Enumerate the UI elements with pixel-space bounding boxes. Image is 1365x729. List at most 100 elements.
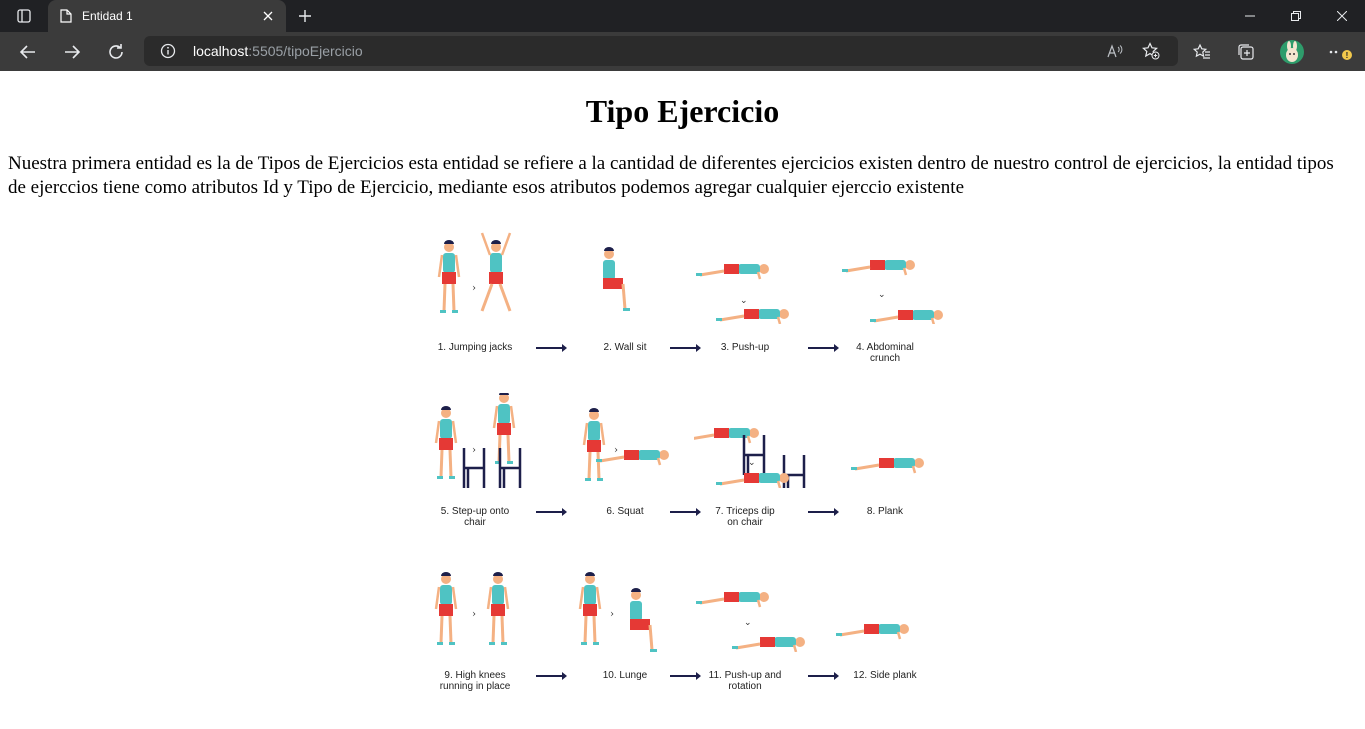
profile-avatar[interactable] [1280,40,1304,64]
svg-text:⌄: ⌄ [740,296,748,306]
url-path: :5505/tipoEjercicio [248,43,363,59]
exercise-label-line2: rotation [728,681,762,692]
exercise-card: › 6. Squat [574,393,684,543]
exercise-label: 9. High knees running in place [420,670,530,692]
exercise-label: 1. Jumping jacks [420,342,530,353]
svg-text:⌄: ⌄ [744,618,752,628]
url-text: localhost:5505/tipoEjercicio [193,43,363,59]
minimize-button[interactable] [1227,0,1273,32]
favorites-icon[interactable] [1190,40,1214,64]
exercise-label-line2: running in place [439,681,511,692]
exercise-label-line1: 10. Lunge [602,670,648,681]
svg-text:›: › [472,283,476,294]
exercise-label: 10. Lunge [570,670,680,681]
tab-actions-icon [17,9,31,23]
exercise-illustration [834,557,954,656]
browser-toolbar: localhost:5505/tipoEjercicio ! [0,32,1365,71]
sequence-arrow [536,508,567,516]
read-aloud-icon[interactable] [1104,41,1126,61]
exercise-label: 7. Triceps dip on chair [690,506,800,528]
close-window-button[interactable] [1319,0,1365,32]
exercise-label: 2. Wall sit [570,342,680,353]
exercise-card: 8. Plank [834,393,944,543]
back-button[interactable] [14,38,42,66]
exercise-label-line1: 4. Abdominal [856,342,914,353]
svg-text:›: › [472,445,476,456]
exercise-label-line1: 9. High knees [444,670,506,681]
exercise-illustration: › [574,393,694,492]
tab-close-button[interactable] [256,4,280,28]
update-badge: ! [1342,50,1352,60]
tab-title: Entidad 1 [82,9,133,23]
minimize-icon [1245,15,1255,17]
active-tab[interactable]: Entidad 1 [48,0,286,32]
exercise-card: 12. Side plank [834,557,944,707]
exercise-label: 4. Abdominal crunch [830,342,940,364]
exercise-label-line1: 8. Plank [866,506,904,517]
exercise-card: › 9. High knees running in place [424,557,534,707]
arrow-left-icon [19,45,35,59]
exercise-illustration: › [574,557,694,656]
exercise-label: 12. Side plank [830,670,940,681]
exercise-card: › 5. Step-up onto chair [424,391,534,543]
site-info-icon[interactable] [160,43,176,59]
exercise-label-line1: 11. Push-up and [708,670,782,681]
exercise-card: ⌄ 3. Push-up [694,229,804,379]
exercise-label-line2: on chair [727,517,763,528]
svg-text:⌄: ⌄ [748,458,756,468]
exercise-label: 8. Plank [830,506,940,517]
restore-button[interactable] [1273,0,1319,32]
add-favorite-icon[interactable] [1140,41,1162,61]
sequence-arrow [536,344,567,352]
exercise-card: ⌄ 4. Abdominal crunch [834,229,944,379]
svg-text:›: › [472,609,476,620]
url-host: localhost [193,43,249,59]
exercise-card: › 1. Jumping jacks [424,229,534,379]
page-title: Tipo Ejercicio [585,93,780,129]
new-tab-button[interactable] [292,4,318,28]
restore-icon [1291,11,1301,21]
address-bar[interactable]: localhost:5505/tipoEjercicio [144,36,1178,66]
exercise-card: ⌄ 11. Push-up and rotation [694,557,805,707]
window-controls [1227,0,1365,32]
avatar-icon [1286,41,1298,62]
exercise-illustration [834,393,954,492]
exercise-card: ⌄ 7. Triceps dip on chair [686,393,806,543]
tab-bar: Entidad 1 [0,0,1365,32]
close-icon [263,11,273,21]
exercise-label-line1: 1. Jumping jacks [437,342,513,353]
exercise-card: 2. Wall sit [574,229,684,379]
arrow-right-icon [65,45,81,59]
exercise-label-line1: 2. Wall sit [603,342,647,353]
entity-description: Nuestra primera entidad es la de Tipos d… [8,153,1334,198]
exercise-illustration: ⌄ [686,393,814,495]
exercise-illustration: ⌄ [834,229,954,328]
exercise-label-line2: crunch [869,353,900,364]
exercise-illustration: ⌄ [694,557,814,656]
exercise-illustration: › [424,229,544,328]
refresh-button[interactable] [102,38,130,66]
exercise-label-line1: 6. Squat [606,506,644,517]
exercise-illustration: ⌄ [694,229,814,328]
exercise-label: 6. Squat [570,506,680,517]
svg-text:›: › [614,445,618,456]
svg-text:⌄: ⌄ [878,290,886,300]
forward-button[interactable] [58,38,86,66]
exercise-illustration [574,229,694,328]
collections-icon[interactable] [1234,40,1258,64]
exercise-label-line2: chair [464,517,486,528]
exercise-label-line1: 7. Triceps dip [715,506,775,517]
page-content: Tipo Ejercicio Nuestra primera entidad e… [0,71,1365,729]
plus-icon [299,10,311,22]
exercise-infographic: › 1. Jumping jacks 2. Wall sit ⌄ 3. Push-up ⌄… [424,229,952,707]
exercise-card: › 10. Lunge [574,557,684,707]
sequence-arrow [536,672,567,680]
tab-actions-button[interactable] [8,4,40,28]
exercise-label: 3. Push-up [690,342,800,353]
refresh-icon [109,44,123,59]
exercise-label-line1: 5. Step-up onto [440,506,510,517]
page-icon [60,9,72,23]
exercise-illustration: › [424,391,544,492]
exercise-label: 11. Push-up and rotation [690,670,800,692]
close-icon [1337,11,1347,21]
